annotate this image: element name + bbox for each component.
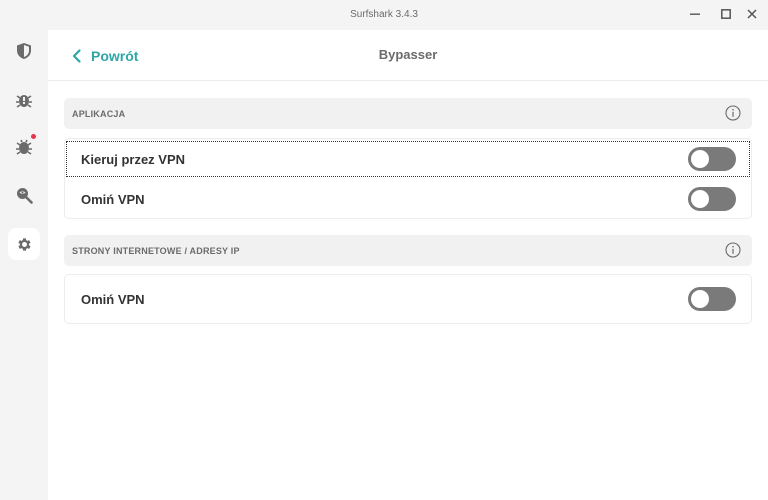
maximize-icon (721, 9, 731, 19)
websites-settings-card: Omiń VPN (64, 274, 752, 324)
app-settings-card: Kieruj przez VPN Omiń VPN (64, 138, 752, 219)
minimize-button[interactable] (684, 4, 706, 24)
setting-row-bypass-vpn-app[interactable]: Omiń VPN (65, 180, 751, 218)
toggle-knob (691, 190, 709, 208)
bypass-vpn-web-toggle[interactable] (688, 287, 736, 311)
toggle-knob (691, 290, 709, 308)
close-button[interactable] (741, 4, 763, 24)
minimize-icon (690, 13, 700, 15)
toggle-knob (691, 150, 709, 168)
window-title: Surfshark 3.4.3 (350, 9, 418, 20)
search-privacy-icon (17, 188, 33, 204)
gear-icon (17, 237, 31, 251)
close-icon (747, 9, 757, 19)
notification-dot (31, 134, 36, 139)
info-icon[interactable] (725, 242, 741, 258)
route-via-vpn-toggle[interactable] (688, 147, 736, 171)
setting-label: Kieruj przez VPN (81, 152, 186, 167)
setting-label: Omiń VPN (81, 192, 145, 207)
info-icon[interactable] (725, 105, 741, 121)
virus-icon (16, 139, 32, 155)
page-header: Powrót Bypasser (48, 30, 768, 81)
section-header-app: APLIKACJA (64, 98, 752, 129)
sidebar-item-settings[interactable] (8, 228, 40, 260)
section-label: STRONY INTERNETOWE / ADRESY IP (72, 246, 240, 256)
section-header-websites: STRONY INTERNETOWE / ADRESY IP (64, 235, 752, 266)
setting-row-bypass-vpn-web[interactable]: Omiń VPN (65, 280, 751, 318)
alert-bug-icon (16, 95, 32, 108)
sidebar-item-alert[interactable] (8, 84, 40, 116)
setting-label: Omiń VPN (81, 292, 145, 307)
sidebar (0, 30, 48, 500)
sidebar-item-vpn[interactable] (8, 35, 40, 67)
sidebar-item-search[interactable] (8, 179, 40, 211)
sidebar-item-antivirus[interactable] (8, 131, 40, 163)
main-panel: Powrót Bypasser APLIKACJA Kieruj przez V… (48, 30, 768, 500)
shield-icon (17, 43, 31, 59)
section-label: APLIKACJA (72, 109, 126, 119)
title-bar: Surfshark 3.4.3 (0, 0, 768, 30)
page-title: Bypasser (378, 47, 438, 62)
bypass-vpn-app-toggle[interactable] (688, 187, 736, 211)
setting-row-route-via-vpn[interactable]: Kieruj przez VPN (65, 140, 751, 178)
maximize-button[interactable] (715, 4, 737, 24)
